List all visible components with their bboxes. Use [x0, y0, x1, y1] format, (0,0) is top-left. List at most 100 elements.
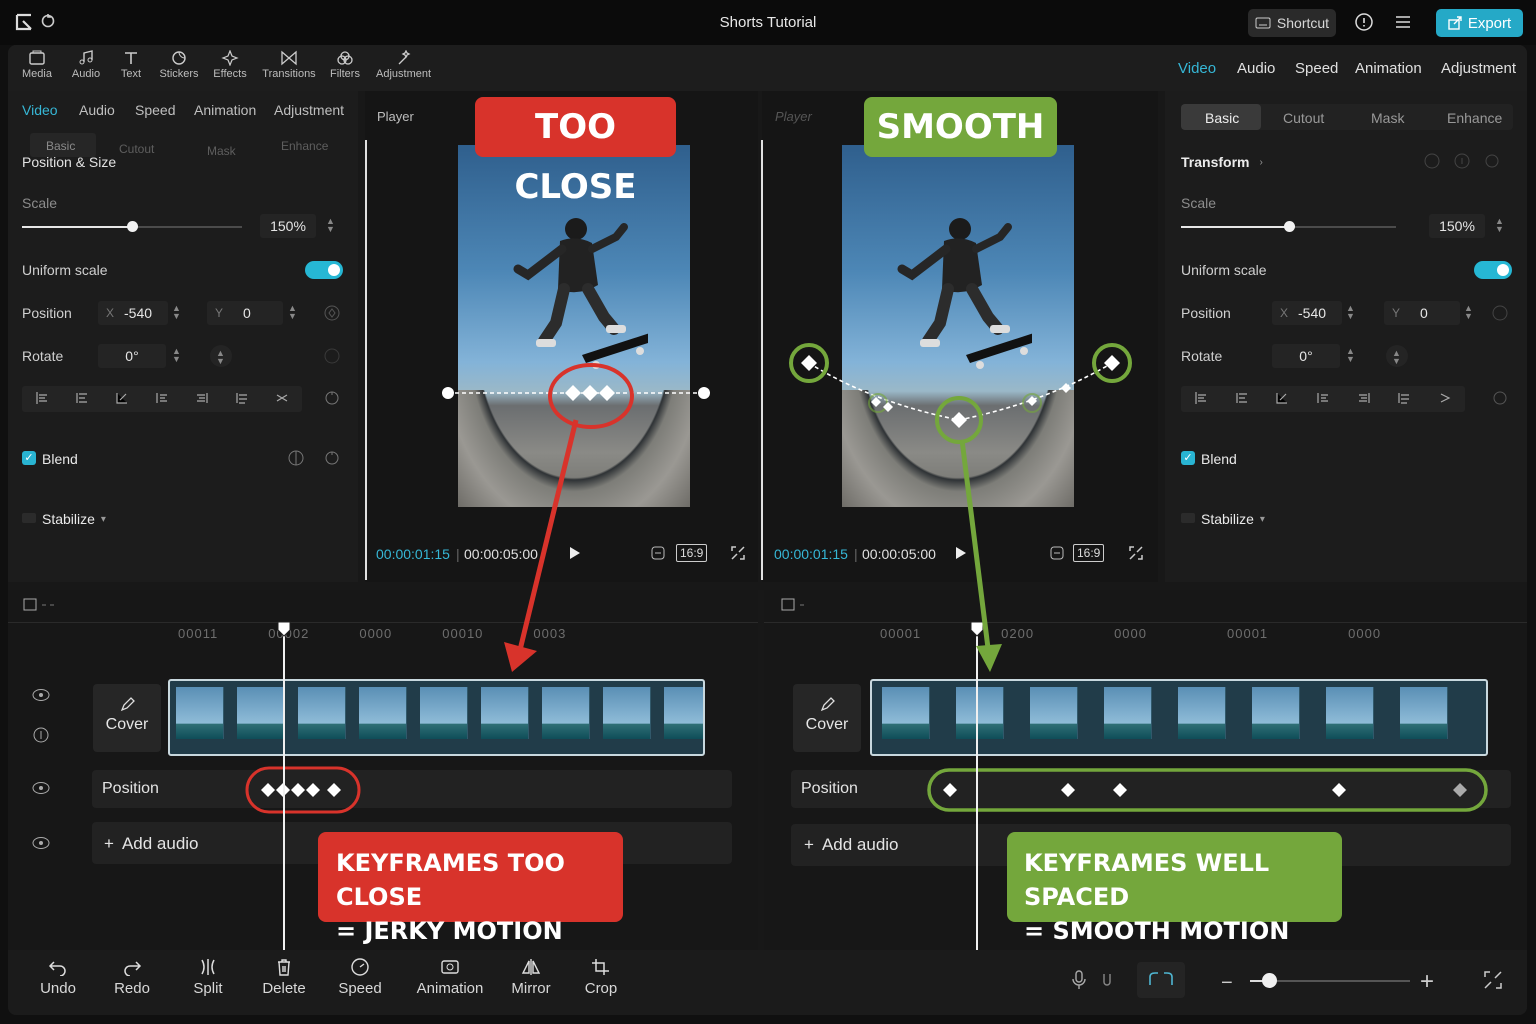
reset-icon[interactable] — [1484, 153, 1500, 169]
left-subtab-mask[interactable]: Mask — [207, 144, 236, 158]
timeline-right-cover-button[interactable]: Cover — [793, 684, 861, 752]
left-blend-keyframe-icon[interactable] — [288, 450, 304, 466]
player-left-ratio-button[interactable]: 16:9 — [676, 544, 708, 562]
diamond-keyframe-icon[interactable] — [1424, 153, 1440, 169]
right-subtab-basic[interactable]: Basic — [1205, 110, 1239, 126]
playhead-left[interactable] — [283, 622, 285, 950]
right-subtab-enhance[interactable]: Enhance — [1447, 110, 1502, 126]
right-pos-x-field[interactable]: X -540 — [1272, 301, 1342, 325]
distribute-icon[interactable] — [1437, 390, 1453, 406]
right-stabilize-checkbox[interactable] — [1181, 513, 1195, 523]
left-align-reset-icon[interactable] — [324, 390, 340, 406]
info-icon[interactable] — [1454, 153, 1470, 169]
tab-video[interactable]: Video — [1178, 60, 1216, 77]
magnet-icon[interactable] — [1100, 970, 1114, 990]
align-left-icon[interactable] — [34, 390, 50, 406]
left-scale-knob[interactable] — [127, 221, 138, 232]
right-subtab-cutout[interactable]: Cutout — [1283, 110, 1324, 126]
track-eye-icon[interactable] — [32, 688, 50, 702]
align-top-icon[interactable] — [154, 390, 170, 406]
split-button[interactable]: Split — [173, 958, 243, 997]
tab-speed[interactable]: Speed — [1295, 60, 1338, 77]
tab-audio[interactable]: Audio — [1237, 60, 1275, 77]
microphone-icon[interactable] — [1070, 969, 1088, 991]
keyframes-cluster-left[interactable] — [244, 765, 362, 815]
left-blend-reset-icon[interactable] — [324, 450, 340, 466]
left-scale-slider[interactable] — [22, 221, 242, 232]
toolbar-media[interactable]: Media — [10, 50, 64, 80]
left-stabilize-row[interactable]: Stabilize ▾ — [42, 511, 106, 527]
track-eye-icon[interactable] — [32, 781, 50, 795]
shortcut-button[interactable]: Shortcut — [1248, 9, 1336, 37]
right-rotate-stepper[interactable]: ▲ ▼ — [1346, 347, 1355, 364]
left-position-keyframe-icon[interactable] — [324, 305, 340, 321]
player-right-play-icon[interactable] — [954, 545, 968, 561]
tab-adjustment[interactable]: Adjustment — [1441, 60, 1516, 77]
fit-timeline-icon[interactable] — [1483, 970, 1503, 990]
left-rotate-field[interactable]: 0° — [98, 344, 166, 368]
right-scale-field[interactable]: 150% — [1429, 214, 1485, 238]
delete-button[interactable]: Delete — [249, 958, 319, 997]
video-clip-left[interactable] — [168, 679, 705, 756]
left-rotate-stepper[interactable]: ▲ ▼ — [172, 347, 181, 364]
toolbar-transitions[interactable]: Transitions — [262, 50, 316, 80]
align-middle-icon[interactable] — [194, 390, 210, 406]
left-scale-field[interactable]: 150% — [260, 214, 316, 238]
playhead-handle-icon[interactable] — [969, 620, 985, 638]
track-lock-icon[interactable] — [32, 727, 50, 743]
player-right-fullscreen-icon[interactable] — [1128, 545, 1144, 561]
left-pos-x-stepper[interactable]: ▲ ▼ — [172, 304, 181, 321]
timeline-left-snap-icon[interactable] — [22, 598, 56, 612]
video-clip-right[interactable] — [870, 679, 1488, 756]
player-left-fullscreen-icon[interactable] — [730, 545, 746, 561]
left-subtab-enhance[interactable]: Enhance — [281, 139, 328, 153]
align-left-icon[interactable] — [1193, 390, 1209, 406]
left-tab-animation[interactable]: Animation — [194, 102, 256, 118]
timeline-left-cover-button[interactable]: Cover — [93, 684, 161, 752]
keyframes-spaced-right[interactable] — [926, 767, 1490, 813]
align-center-h-icon[interactable] — [1234, 390, 1250, 406]
toolbar-stickers[interactable]: Stickers — [152, 50, 206, 80]
zoom-slider[interactable] — [1250, 973, 1410, 988]
right-pos-y-field[interactable]: Y 0 — [1384, 301, 1460, 325]
mirror-button[interactable]: Mirror — [496, 958, 566, 997]
zoom-knob[interactable] — [1262, 973, 1277, 988]
tab-animation[interactable]: Animation — [1355, 60, 1422, 77]
right-rotate-field[interactable]: 0° — [1272, 344, 1340, 368]
left-tab-adjustment[interactable]: Adjustment — [274, 102, 344, 118]
right-pos-y-stepper[interactable]: ▲ ▼ — [1464, 304, 1473, 321]
playhead-right[interactable] — [976, 622, 978, 950]
redo-button[interactable]: Redo — [97, 958, 167, 997]
right-scale-knob[interactable] — [1284, 221, 1295, 232]
menu-icon[interactable] — [1394, 14, 1412, 30]
track-eye-icon[interactable] — [32, 836, 50, 850]
player-right-ratio-button[interactable]: 16:9 — [1073, 544, 1105, 562]
player-right-fit-icon[interactable] — [1049, 545, 1065, 561]
player-left-play-icon[interactable] — [568, 545, 582, 561]
left-subtab-basic[interactable]: Basic — [46, 139, 75, 153]
left-rotate-keyframe-icon[interactable] — [324, 348, 340, 364]
align-right-icon[interactable] — [114, 390, 130, 406]
left-tab-speed[interactable]: Speed — [135, 102, 175, 118]
right-uniform-toggle[interactable] — [1474, 261, 1512, 279]
left-pos-x-field[interactable]: X -540 — [98, 301, 168, 325]
add-audio-right[interactable]: + Add audio — [804, 835, 899, 855]
left-subtab-cutout[interactable]: Cutout — [119, 142, 154, 156]
toolbar-text[interactable]: Text — [104, 50, 158, 80]
align-bottom-icon[interactable] — [234, 390, 250, 406]
timeline-right-snap-icon[interactable] — [780, 598, 814, 612]
export-button[interactable]: Export — [1436, 9, 1523, 37]
left-stabilize-checkbox[interactable] — [22, 513, 36, 523]
left-blend-checkbox[interactable]: ✓ — [22, 451, 36, 465]
left-pos-y-field[interactable]: Y 0 — [207, 301, 283, 325]
right-scale-slider[interactable] — [1181, 221, 1396, 232]
align-top-icon[interactable] — [1315, 390, 1331, 406]
undo-button[interactable]: Undo — [23, 958, 93, 997]
right-stabilize-row[interactable]: Stabilize ▾ — [1201, 511, 1265, 527]
playhead-handle-icon[interactable] — [276, 620, 292, 638]
toolbar-filters[interactable]: Filters — [318, 50, 372, 80]
right-position-keyframe-icon[interactable] — [1492, 305, 1508, 321]
distribute-icon[interactable] — [274, 390, 290, 406]
linkage-toggle[interactable] — [1137, 962, 1185, 998]
toolbar-effects[interactable]: Effects — [203, 50, 257, 80]
